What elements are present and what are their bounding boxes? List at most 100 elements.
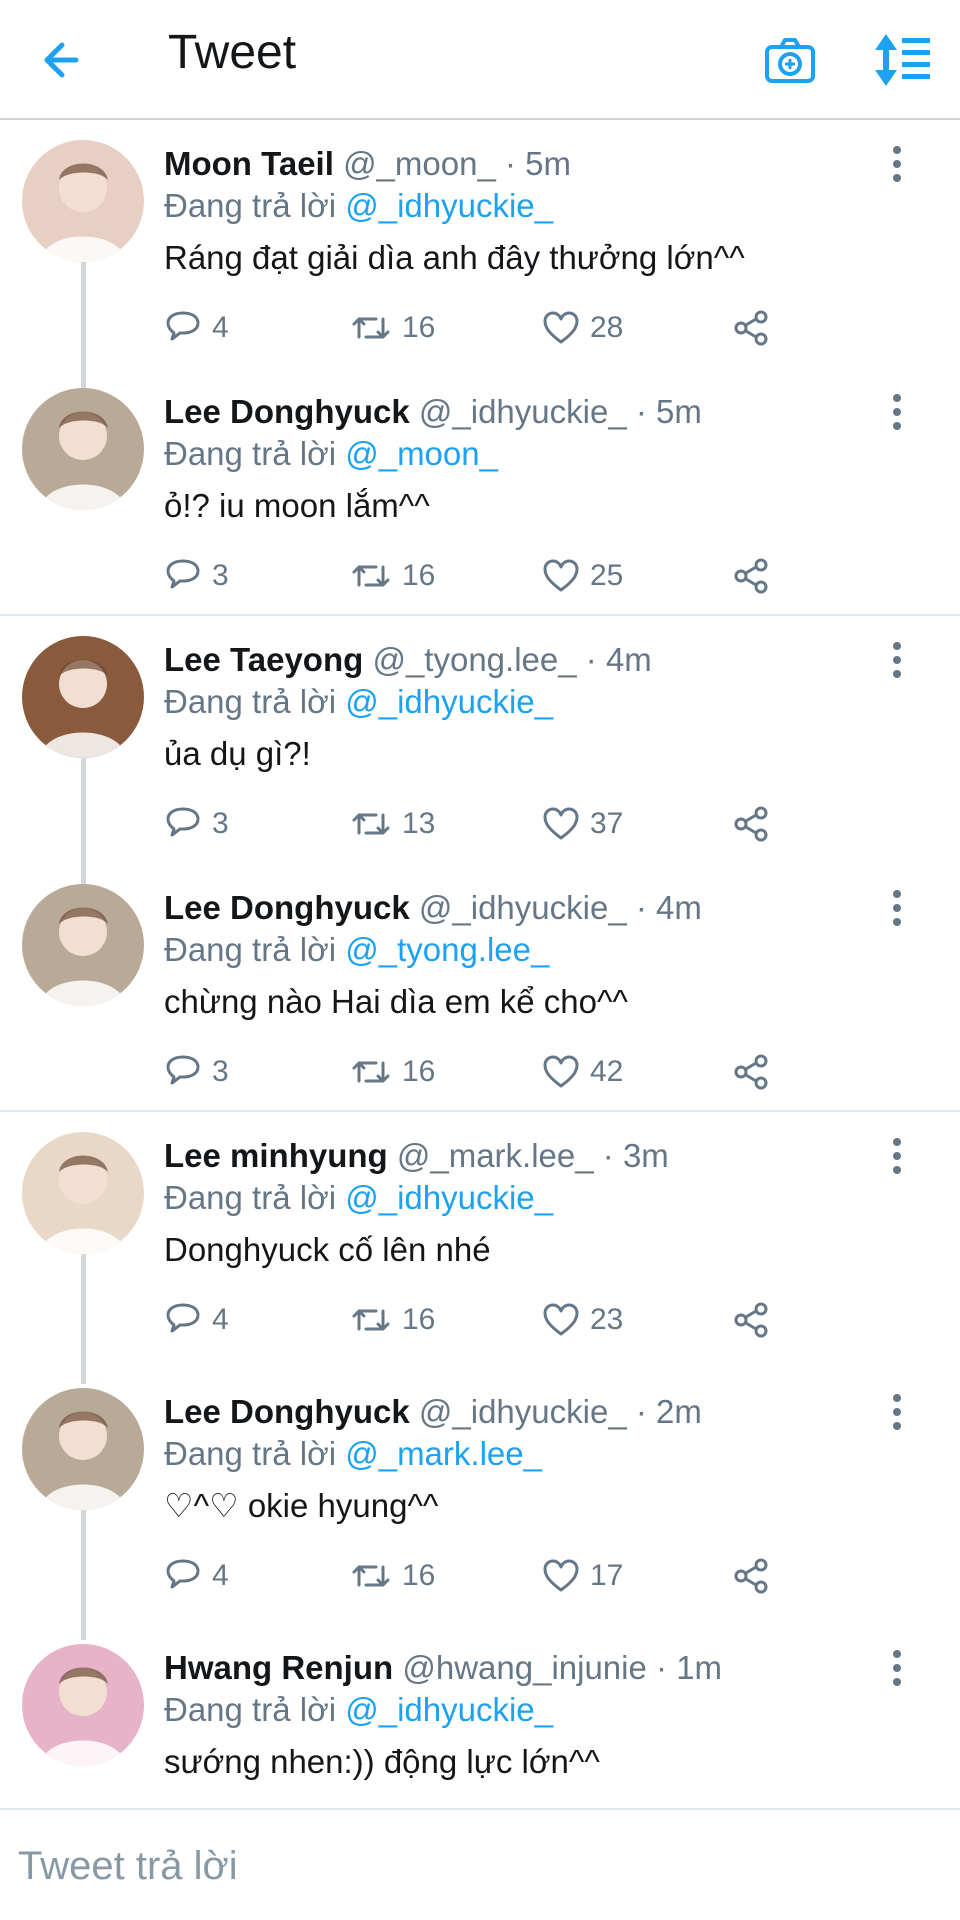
tweet-item[interactable]: Lee Donghyuck @_idhyuckie_ · 4m Đang trả… bbox=[0, 864, 960, 1112]
more-button[interactable] bbox=[880, 1390, 914, 1434]
tweet-actions: 4 16 23 bbox=[164, 1298, 804, 1342]
reply-count: 4 bbox=[212, 1303, 229, 1336]
more-button[interactable] bbox=[880, 1134, 914, 1178]
separator-dot: · bbox=[602, 1137, 614, 1174]
sort-icon bbox=[875, 34, 930, 86]
author-handle: @_idhyuckie_ bbox=[418, 393, 627, 430]
avatar[interactable] bbox=[22, 1132, 144, 1254]
retweet-button[interactable]: 16 bbox=[350, 554, 435, 598]
share-button[interactable] bbox=[732, 1298, 770, 1342]
retweet-icon bbox=[352, 1061, 390, 1083]
author-handle: @_moon_ bbox=[343, 145, 496, 182]
replying-to-handle[interactable]: @_idhyuckie_ bbox=[345, 1691, 553, 1728]
retweet-button[interactable]: 16 bbox=[350, 1554, 435, 1598]
avatar[interactable] bbox=[22, 884, 144, 1006]
avatar[interactable] bbox=[22, 636, 144, 758]
like-button[interactable]: 25 bbox=[542, 554, 623, 598]
tweet-item[interactable]: Lee minhyung @_mark.lee_ · 3m Đang trả l… bbox=[0, 1112, 960, 1360]
tweet-item[interactable]: Hwang Renjun @hwang_injunie · 1m Đang tr… bbox=[0, 1624, 960, 1808]
retweet-button[interactable]: 16 bbox=[350, 306, 435, 350]
like-count: 28 bbox=[590, 311, 624, 344]
retweet-icon bbox=[352, 565, 390, 587]
author-name[interactable]: Lee minhyung bbox=[164, 1137, 388, 1174]
avatar[interactable] bbox=[22, 1644, 144, 1766]
replying-to-label: Đang trả lời bbox=[164, 683, 337, 720]
back-button[interactable] bbox=[36, 30, 96, 90]
tweet-text: Ráng đạt giải dìa anh đây thưởng lớn^^ bbox=[164, 239, 745, 276]
share-button[interactable] bbox=[732, 1554, 770, 1598]
tweet-text: sướng nhen:)) động lực lớn^^ bbox=[164, 1743, 600, 1780]
tweet-text: chừng nào Hai dìa em kể cho^^ bbox=[164, 983, 628, 1020]
more-button[interactable] bbox=[880, 886, 914, 930]
like-button[interactable]: 37 bbox=[542, 802, 623, 846]
reply-icon bbox=[166, 311, 200, 341]
like-count: 37 bbox=[590, 807, 624, 840]
sort-button[interactable] bbox=[872, 28, 936, 92]
share-button[interactable] bbox=[732, 306, 770, 350]
reply-button[interactable]: 4 bbox=[164, 306, 229, 350]
author-name[interactable]: Hwang Renjun bbox=[164, 1649, 393, 1686]
author-name[interactable]: Lee Donghyuck bbox=[164, 889, 410, 926]
retweet-icon bbox=[352, 1565, 390, 1587]
retweet-button[interactable]: 16 bbox=[350, 1050, 435, 1094]
author-handle: @hwang_injunie bbox=[402, 1649, 647, 1686]
replying-to-handle[interactable]: @_idhyuckie_ bbox=[345, 187, 553, 224]
replying-to-handle[interactable]: @_tyong.lee_ bbox=[345, 931, 549, 968]
tweet-header: Lee Donghyuck @_idhyuckie_ · 5m bbox=[164, 390, 702, 434]
like-count: 17 bbox=[590, 1559, 624, 1592]
timestamp: 3m bbox=[622, 1137, 669, 1174]
avatar[interactable] bbox=[22, 388, 144, 510]
author-name[interactable]: Lee Taeyong bbox=[164, 641, 363, 678]
more-vertical-icon bbox=[893, 1650, 901, 1686]
share-button[interactable] bbox=[732, 802, 770, 846]
retweet-icon bbox=[352, 317, 390, 339]
share-icon bbox=[734, 558, 768, 594]
avatar-image bbox=[22, 636, 144, 758]
like-button[interactable]: 42 bbox=[542, 1050, 623, 1094]
reply-composer bbox=[0, 1808, 960, 1920]
avatar[interactable] bbox=[22, 140, 144, 262]
reply-button[interactable]: 3 bbox=[164, 554, 229, 598]
reply-icon bbox=[166, 559, 200, 589]
camera-button[interactable] bbox=[760, 30, 820, 90]
retweet-count: 16 bbox=[402, 1559, 436, 1592]
reply-button[interactable]: 4 bbox=[164, 1298, 229, 1342]
timestamp: 5m bbox=[525, 145, 572, 182]
tweet-item[interactable]: Lee Taeyong @_tyong.lee_ · 4m Đang trả l… bbox=[0, 616, 960, 864]
reply-button[interactable]: 3 bbox=[164, 1050, 229, 1094]
replying-to: Đang trả lời @_idhyuckie_ bbox=[164, 184, 553, 228]
replying-to-handle[interactable]: @_mark.lee_ bbox=[345, 1435, 542, 1472]
retweet-button[interactable]: 13 bbox=[350, 802, 435, 846]
tweet-item[interactable]: Lee Donghyuck @_idhyuckie_ · 5m Đang trả… bbox=[0, 368, 960, 616]
author-name[interactable]: Moon Taeil bbox=[164, 145, 334, 182]
author-name[interactable]: Lee Donghyuck bbox=[164, 1393, 410, 1430]
more-button[interactable] bbox=[880, 638, 914, 682]
share-button[interactable] bbox=[732, 554, 770, 598]
reply-button[interactable]: 4 bbox=[164, 1554, 229, 1598]
avatar[interactable] bbox=[22, 1388, 144, 1510]
like-button[interactable]: 23 bbox=[542, 1298, 623, 1342]
retweet-button[interactable]: 16 bbox=[350, 1298, 435, 1342]
more-button[interactable] bbox=[880, 390, 914, 434]
author-name[interactable]: Lee Donghyuck bbox=[164, 393, 410, 430]
like-button[interactable]: 17 bbox=[542, 1554, 623, 1598]
timestamp: 1m bbox=[676, 1649, 723, 1686]
reply-button[interactable]: 3 bbox=[164, 802, 229, 846]
more-button[interactable] bbox=[880, 142, 914, 186]
more-button[interactable] bbox=[880, 1646, 914, 1690]
reply-count: 3 bbox=[212, 807, 229, 840]
like-button[interactable]: 28 bbox=[542, 306, 623, 350]
tweet-item[interactable]: Moon Taeil @_moon_ · 5m Đang trả lời @_i… bbox=[0, 120, 960, 368]
replying-to-handle[interactable]: @_moon_ bbox=[345, 435, 498, 472]
separator-dot: · bbox=[635, 889, 647, 926]
reply-input[interactable] bbox=[18, 1836, 918, 1896]
avatar-image bbox=[22, 1388, 144, 1510]
share-button[interactable] bbox=[732, 1050, 770, 1094]
replying-to-handle[interactable]: @_idhyuckie_ bbox=[345, 683, 553, 720]
tweet-item[interactable]: Lee Donghyuck @_idhyuckie_ · 2m Đang trả… bbox=[0, 1368, 960, 1616]
share-icon bbox=[734, 806, 768, 842]
tweet-actions: 3 13 37 bbox=[164, 802, 804, 846]
app-header: Tweet bbox=[0, 0, 960, 120]
replying-to-handle[interactable]: @_idhyuckie_ bbox=[345, 1179, 553, 1216]
timestamp: 4m bbox=[656, 889, 702, 926]
